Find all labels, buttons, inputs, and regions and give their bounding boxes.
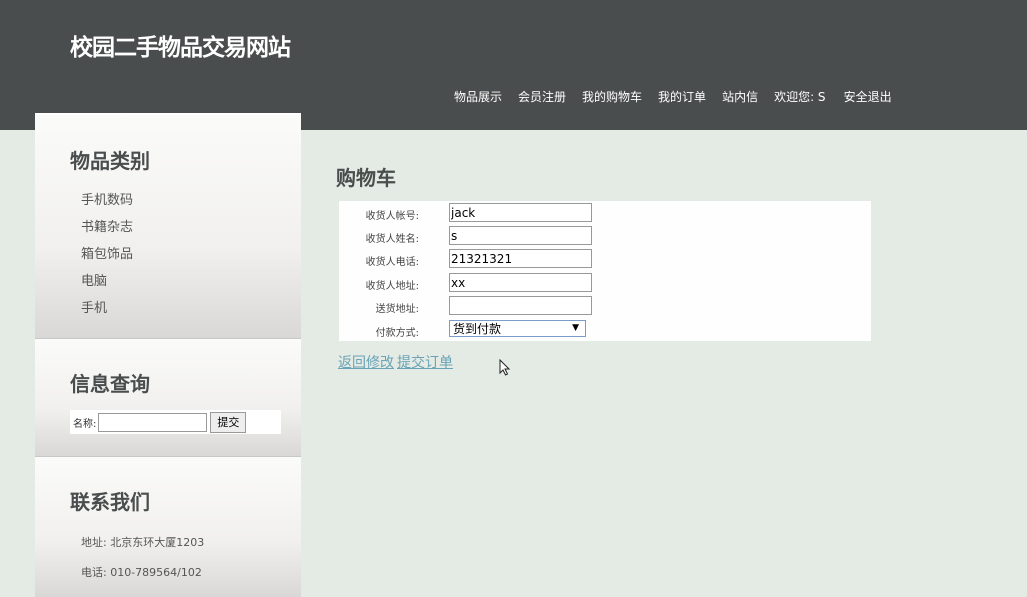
page-title: 购物车 [336, 166, 396, 190]
form-row-phone: 收货人电话: [339, 248, 871, 271]
form-row-name: 收货人姓名: [339, 225, 871, 248]
category-item[interactable]: 手机数码 [81, 189, 133, 216]
payment-label: 付款方式: [375, 328, 419, 339]
nav-item-cart[interactable]: 我的购物车 [582, 88, 642, 105]
delivery-label: 送货地址: [375, 304, 419, 315]
name-label: 收货人姓名: [365, 234, 419, 245]
site-header: 校园二手物品交易网站 物品展示 会员注册 我的购物车 我的订单 站内信 欢迎您:… [0, 0, 1027, 130]
account-input[interactable] [449, 203, 592, 222]
category-panel: 物品类别 手机数码 书籍杂志 箱包饰品 电脑 手机 [35, 113, 301, 338]
order-form: 收货人帐号: 收货人姓名: 收货人电话: 收货人地址: 送货地址: 付款方式: … [339, 201, 871, 341]
form-row-payment: 付款方式: 货到付款 ▼ [339, 319, 871, 342]
sidebar: 物品类别 手机数码 书籍杂志 箱包饰品 电脑 手机 信息查询 名称: 提交 联系… [35, 113, 301, 597]
contact-phone: 电话: 010-789564/102 [81, 566, 202, 579]
nav-item-messages[interactable]: 站内信 [722, 88, 758, 105]
address-label: 收货人地址: [365, 281, 419, 292]
nav-item-orders[interactable]: 我的订单 [658, 88, 706, 105]
search-submit-button[interactable]: 提交 [210, 411, 247, 433]
back-edit-link[interactable]: 返回修改 [338, 355, 394, 371]
address-input[interactable] [449, 273, 592, 292]
form-row-address: 收货人地址: [339, 272, 871, 295]
form-row-delivery: 送货地址: [339, 295, 871, 318]
form-row-account: 收货人帐号: [339, 202, 871, 225]
category-heading: 物品类别 [70, 149, 150, 173]
phone-input[interactable] [449, 249, 592, 268]
dropdown-arrow-icon: ▼ [572, 323, 579, 333]
category-item[interactable]: 电脑 [81, 270, 133, 297]
site-title: 校园二手物品交易网站 [70, 35, 291, 61]
search-input[interactable] [98, 412, 208, 432]
top-nav: 物品展示 会员注册 我的购物车 我的订单 站内信 欢迎您: S 安全退出 [454, 88, 908, 105]
payment-selected-value: 货到付款 [453, 322, 502, 336]
phone-label: 收货人电话: [365, 257, 419, 268]
nav-item-products[interactable]: 物品展示 [454, 88, 502, 105]
account-label: 收货人帐号: [365, 211, 419, 222]
contact-address: 地址: 北京东环大厦1203 [81, 536, 205, 549]
category-item[interactable]: 箱包饰品 [81, 243, 133, 270]
payment-select[interactable]: 货到付款 ▼ [449, 320, 586, 337]
search-label: 名称: [73, 418, 97, 430]
form-actions: 返回修改 提交订单 [338, 352, 456, 372]
category-list: 手机数码 书籍杂志 箱包饰品 电脑 手机 [81, 189, 133, 324]
category-item[interactable]: 手机 [81, 297, 133, 324]
logout-link[interactable]: 安全退出 [844, 88, 892, 105]
mouse-cursor-icon [499, 359, 511, 376]
nav-item-register[interactable]: 会员注册 [518, 88, 566, 105]
contact-heading: 联系我们 [70, 490, 150, 514]
name-input[interactable] [449, 226, 592, 245]
submit-order-link[interactable]: 提交订单 [397, 355, 453, 371]
search-panel: 信息查询 名称: 提交 [35, 338, 301, 456]
category-item[interactable]: 书籍杂志 [81, 216, 133, 243]
delivery-input[interactable] [449, 296, 592, 315]
search-form: 名称: 提交 [70, 410, 281, 434]
contact-panel: 联系我们 地址: 北京东环大厦1203 电话: 010-789564/102 [35, 456, 301, 597]
welcome-text: 欢迎您: S [774, 90, 826, 104]
search-heading: 信息查询 [70, 372, 150, 396]
